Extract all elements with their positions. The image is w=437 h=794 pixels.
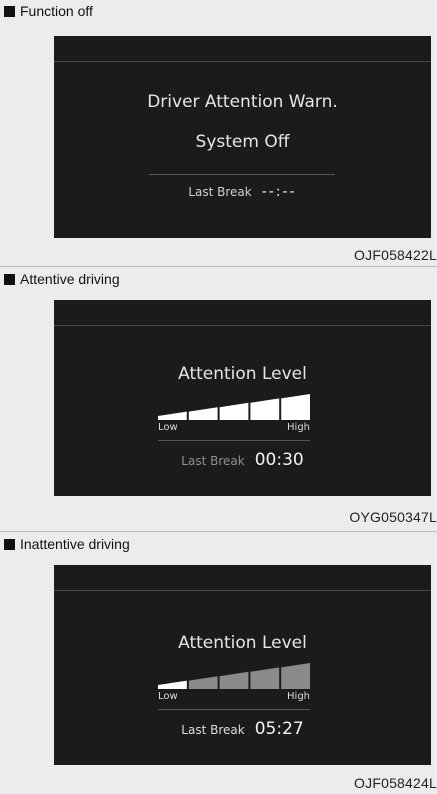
last-break-row: Last Break --:--: [54, 184, 431, 200]
square-bullet-icon: [4, 5, 15, 17]
panel-header-text: Attentive driving: [20, 271, 120, 287]
cluster-display: Driver Attention Warn. System Off Last B…: [54, 36, 431, 238]
display-separator: [158, 440, 310, 441]
attention-level-gauge: [158, 663, 310, 689]
square-bullet-icon: [4, 538, 15, 550]
last-break-label: Last Break: [181, 723, 245, 737]
attention-level-title: Attention Level: [178, 633, 307, 653]
last-break-value: 00:30: [254, 450, 304, 470]
panel-function-off: Function off Driver Attention Warn. Syst…: [0, 0, 437, 265]
cluster-display: Attention Level Low High Last Break 05:2…: [54, 565, 431, 765]
gauge-segment-inactive: [188, 676, 218, 689]
gauge-segment-inactive: [250, 667, 280, 689]
cluster-display: Attention Level Low High Last Break 00:3…: [54, 300, 431, 496]
display-top-line: [54, 325, 431, 326]
figure-code: OJF058424L: [354, 775, 437, 791]
figure-code: OJF058422L: [354, 247, 437, 263]
panel-divider: [0, 266, 437, 267]
figure-code: OYG050347L: [349, 509, 437, 525]
panel-header: Function off: [4, 3, 93, 19]
last-break-row: Last Break 05:27: [54, 719, 431, 739]
gauge-high-label: High: [287, 691, 310, 702]
display-separator: [149, 174, 335, 175]
display-separator: [158, 709, 310, 710]
last-break-label: Last Break: [181, 454, 245, 468]
display-line-1: Driver Attention Warn.: [147, 92, 338, 112]
gauge-high-label: High: [287, 422, 310, 433]
last-break-label: Last Break: [188, 185, 252, 199]
display-top-line: [54, 590, 431, 591]
gauge-segment-inactive: [281, 663, 310, 689]
gauge-segment-active: [219, 402, 249, 420]
panel-header-text: Inattentive driving: [20, 536, 130, 552]
gauge-low-label: Low: [158, 422, 178, 433]
display-top-line: [54, 61, 431, 62]
last-break-value: --:--: [261, 184, 297, 200]
last-break-row: Last Break 00:30: [54, 450, 431, 470]
panel-header-text: Function off: [20, 3, 93, 19]
gauge-segment-active: [188, 407, 218, 420]
panel-divider: [0, 531, 437, 532]
panel-header: Attentive driving: [4, 271, 120, 287]
square-bullet-icon: [4, 273, 15, 285]
gauge-segment-active: [158, 411, 187, 420]
panel-inattentive-driving: Inattentive driving Attention Level Low …: [0, 533, 437, 794]
gauge-segment-active: [281, 394, 310, 420]
gauge-segment-inactive: [219, 671, 249, 689]
gauge-scale: Low High: [158, 691, 310, 702]
attention-level-gauge: [158, 394, 310, 420]
gauge-scale: Low High: [158, 422, 310, 433]
panel-attentive-driving: Attentive driving Attention Level Low Hi…: [0, 268, 437, 530]
last-break-value: 05:27: [254, 719, 304, 739]
gauge-segment-active: [250, 398, 280, 420]
gauge-segment-active: [158, 680, 187, 689]
gauge-low-label: Low: [158, 691, 178, 702]
display-line-2: System Off: [195, 132, 290, 152]
attention-level-title: Attention Level: [178, 364, 307, 384]
panel-header: Inattentive driving: [4, 536, 130, 552]
